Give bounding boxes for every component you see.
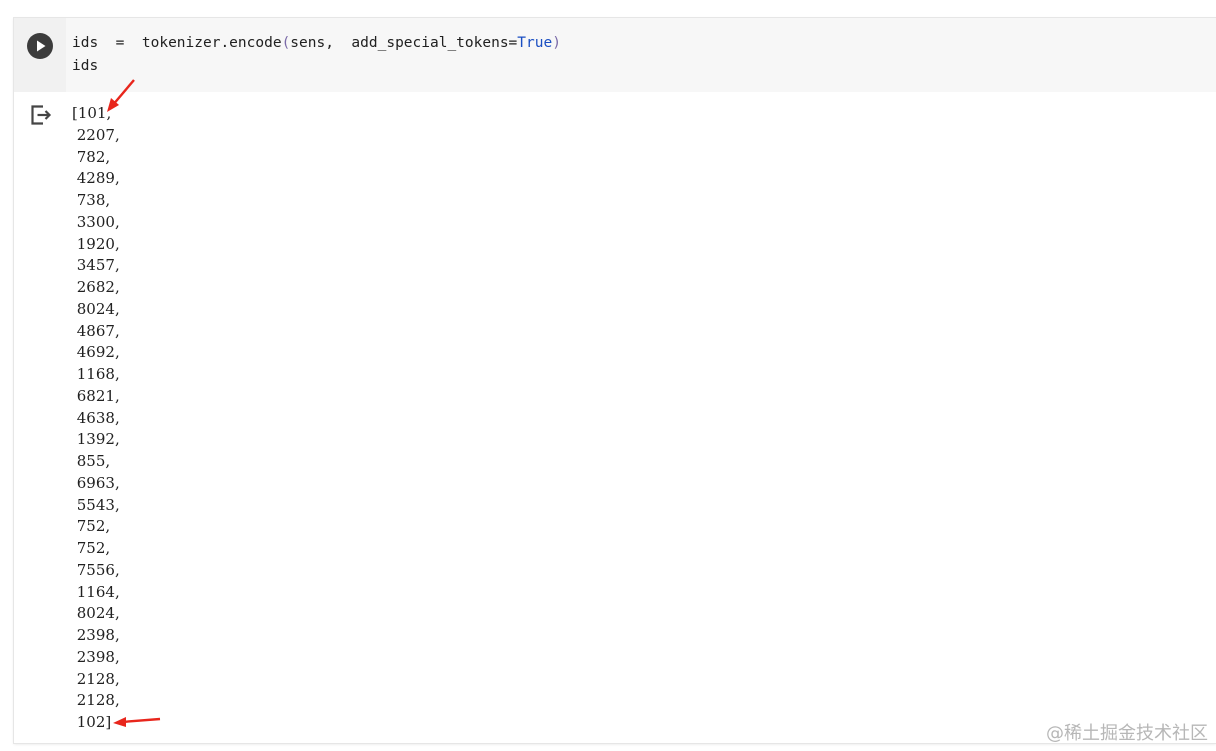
output-line: 782, [72,147,111,166]
output-line: 8024, [72,299,120,318]
output-line: 7556, [72,560,120,579]
output-line: 4638, [72,408,120,427]
output-line: 2398, [72,647,120,666]
code-call: tokenizer.encode [141,35,282,51]
output-line: 2682, [72,278,120,296]
cell-output: [101, 2207, 782, 4289, 738, 3300, 1920, … [72,103,120,734]
code-kw-value: True [517,35,553,51]
run-cell-button[interactable] [27,33,53,59]
output-line: [101, [72,104,112,122]
output-line: 4692, [72,343,120,362]
code-open-paren: ( [281,35,291,51]
output-line: 2398, [72,626,120,644]
code-text[interactable]: ids = tokenizer.encode(sens, add_special… [72,32,561,78]
output-line: 1164, [72,582,120,601]
output-line: 738, [72,191,111,209]
output-line: 6821, [72,386,120,405]
watermark: @稀土掘金技术社区 [1046,723,1208,744]
code-var: ids [72,35,99,51]
code-close-paren: ) [552,35,561,51]
code-operator: = [115,35,125,51]
output-line: 2207, [72,125,120,144]
notebook-cell: ids = tokenizer.encode(sens, add_special… [14,18,1216,743]
output-line: 3300, [72,212,120,231]
code-line-1: ids = tokenizer.encode(sens, add_special… [72,35,561,51]
code-line-2: ids [72,58,99,74]
output-exit-icon[interactable] [28,102,54,128]
output-line: 1168, [72,365,120,383]
output-line: 8024, [72,604,120,623]
code-editor[interactable]: ids = tokenizer.encode(sens, add_special… [14,18,1216,92]
output-line: 2128, [72,669,120,688]
code-arg: sens, [290,35,334,51]
play-icon [37,40,46,52]
output-line: 752, [72,517,111,536]
output-line: 4867, [72,321,120,340]
output-line: 5543, [72,495,120,514]
output-line: 752, [72,539,111,557]
output-line: 4289, [72,169,120,188]
output-line: 6963, [72,473,120,492]
code-kwarg: add_special_tokens= [351,35,518,51]
output-line: 3457, [72,256,120,275]
output-line: 2128, [72,691,120,710]
output-line: 102] [72,713,112,731]
output-line: 855, [72,452,111,470]
output-line: 1920, [72,234,120,253]
output-line: 1392, [72,430,120,449]
